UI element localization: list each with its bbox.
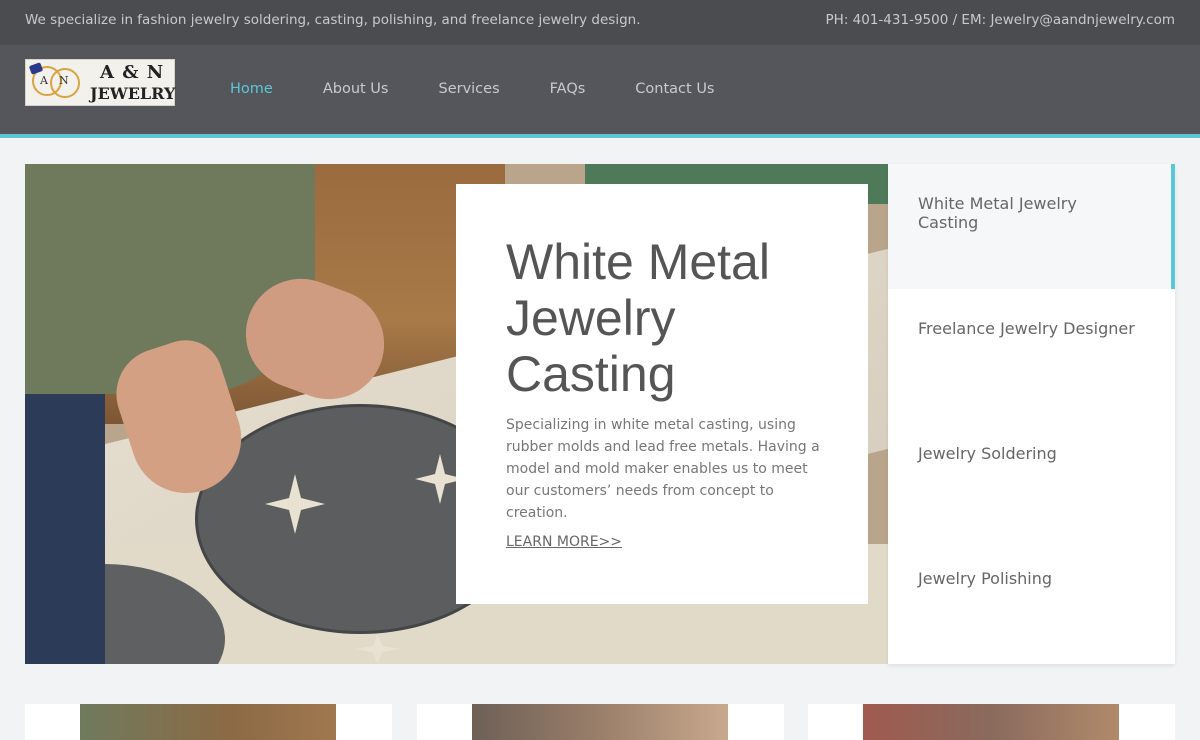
services-tabs: White Metal Jewelry Casting Freelance Je…	[888, 164, 1175, 664]
service-card[interactable]	[25, 704, 392, 740]
header-accent-line	[0, 134, 1200, 138]
hero-card: White Metal Jewelry Casting Specializing…	[456, 184, 868, 604]
tab-freelance-designer[interactable]: Freelance Jewelry Designer	[888, 289, 1175, 414]
tab-jewelry-polishing[interactable]: Jewelry Polishing	[888, 539, 1175, 664]
main-nav: Home About Us Services FAQs Contact Us	[230, 81, 765, 97]
service-card-image	[863, 704, 1119, 740]
tab-jewelry-soldering[interactable]: Jewelry Soldering	[888, 414, 1175, 539]
nav-home[interactable]: Home	[230, 81, 273, 97]
service-card-image	[472, 704, 728, 740]
site-logo[interactable]: A N A & N JEWELRY	[25, 59, 175, 106]
tagline: We specialize in fashion jewelry solderi…	[25, 12, 641, 28]
nav-faqs[interactable]: FAQs	[550, 81, 586, 97]
site-header: A N A & N JEWELRY Home About Us Services…	[0, 45, 1200, 134]
service-card[interactable]	[808, 704, 1175, 740]
hero-description: Specializing in white metal casting, usi…	[506, 417, 820, 521]
logo-subname: JEWELRY	[90, 84, 176, 103]
service-card[interactable]	[417, 704, 784, 740]
service-card-image	[80, 704, 336, 740]
nav-about-us[interactable]: About Us	[323, 81, 389, 97]
logo-monogram-n: N	[59, 74, 69, 87]
nav-services[interactable]: Services	[438, 81, 499, 97]
hero-title: White Metal Jewelry Casting	[506, 234, 770, 402]
learn-more-link[interactable]: LEARN MORE>>	[506, 534, 622, 550]
top-bar: We specialize in fashion jewelry solderi…	[0, 0, 1200, 45]
logo-name: A & N	[100, 62, 165, 83]
contact-info[interactable]: PH: 401-431-9500 / EM: Jewelry@aandnjewe…	[826, 12, 1175, 28]
nav-contact-us[interactable]: Contact Us	[635, 81, 714, 97]
tab-white-metal-casting[interactable]: White Metal Jewelry Casting	[888, 164, 1175, 289]
logo-monogram-a: A	[40, 74, 48, 87]
